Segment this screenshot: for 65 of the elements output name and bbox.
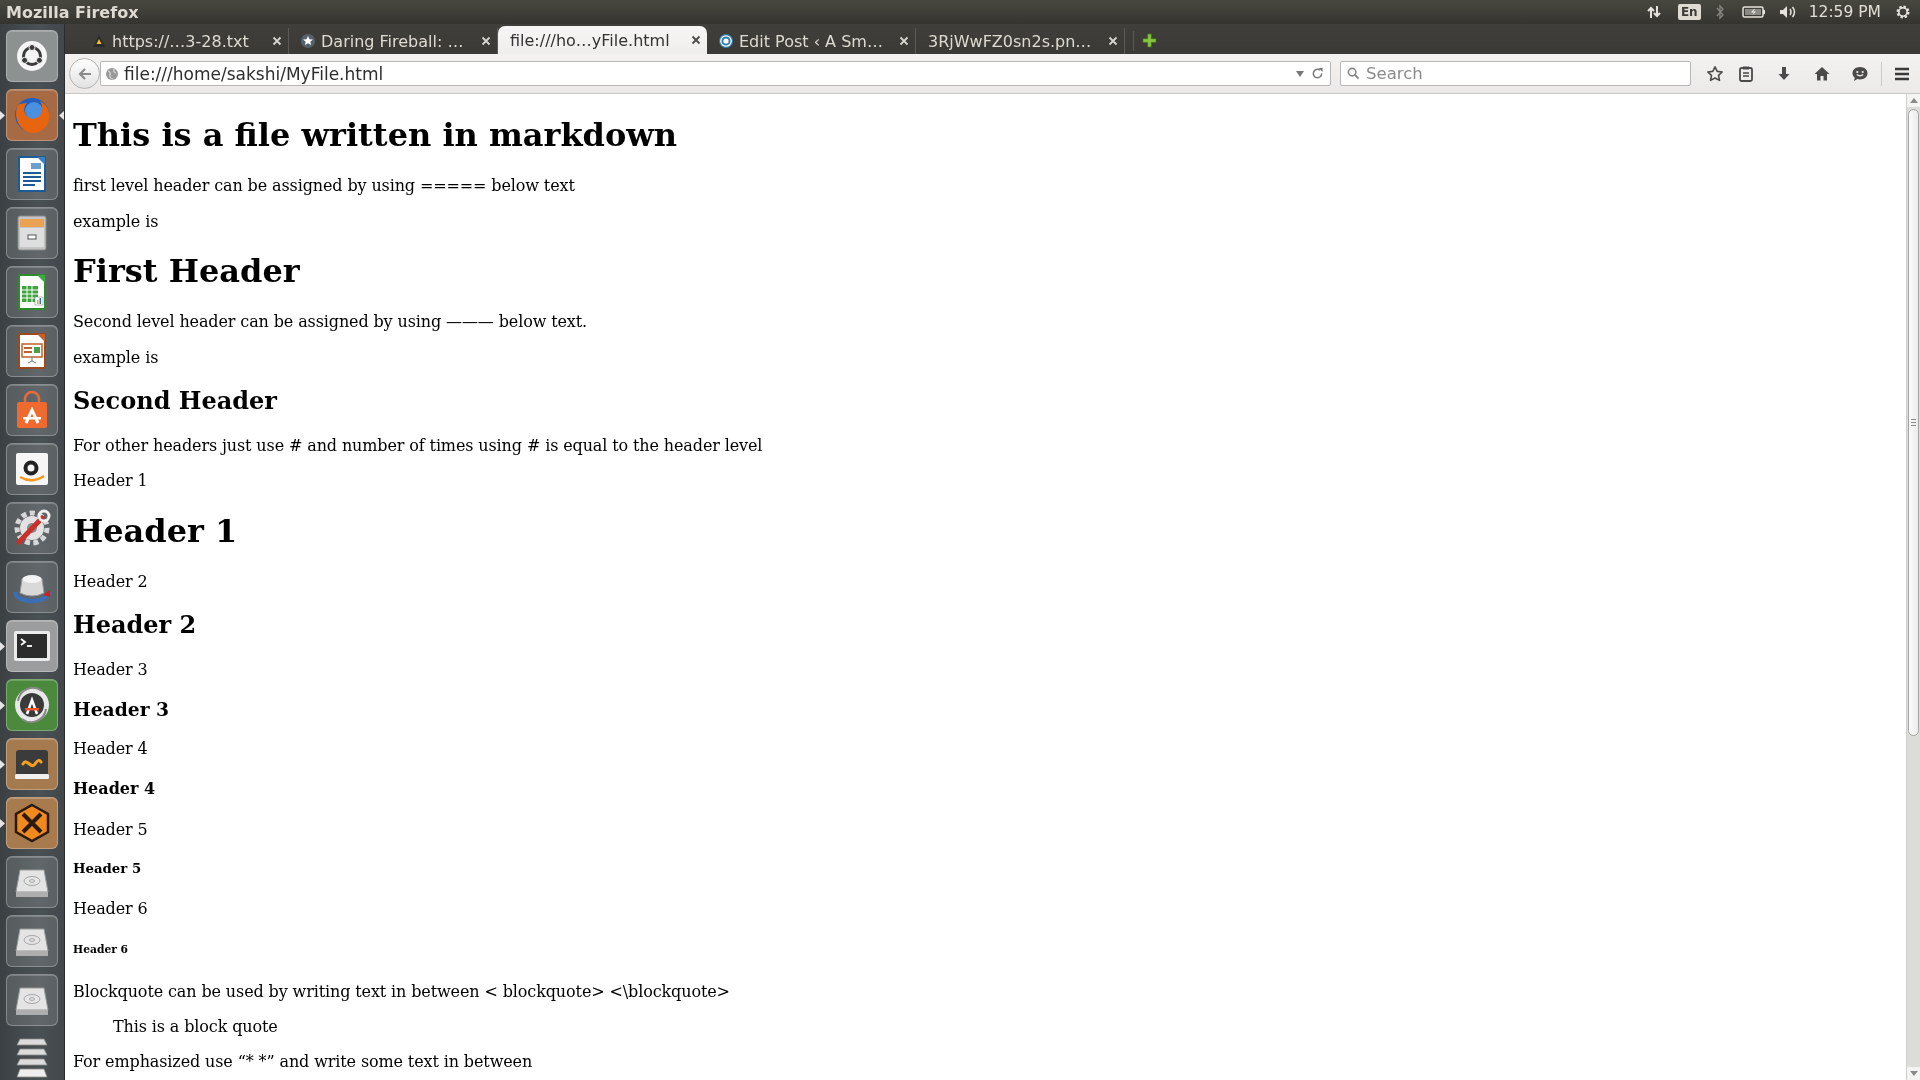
back-arrow-icon [76, 65, 93, 82]
heading: Second Header [73, 386, 278, 416]
search-icon [1347, 67, 1360, 80]
arrow-up-icon[interactable] [1909, 98, 1918, 103]
circle-logo-icon [719, 34, 733, 48]
heading: Header 2 [73, 610, 198, 640]
ring-and-smile-icon[interactable] [6, 443, 58, 495]
tab[interactable]: file:///ho…yFile.html [498, 26, 707, 54]
dial-icon[interactable] [6, 561, 58, 613]
gear-icon[interactable] [1895, 4, 1911, 20]
paragraph: example is [73, 347, 160, 367]
address-field[interactable]: file:///home/sakshi/MyFile.html [124, 63, 1296, 84]
paragraph: Header 5 [73, 819, 149, 840]
paragraph: Header 2 [73, 571, 149, 591]
paragraph: example is [73, 211, 160, 231]
bluetooth-icon[interactable] [1714, 4, 1725, 20]
terminal-icon[interactable] [6, 620, 58, 672]
wrench-gear-icon[interactable] [6, 502, 58, 554]
paragraph: For emphasized use “* *” and write some text in between [73, 1052, 534, 1072]
heading: Header 6 [73, 943, 130, 957]
reload-icon[interactable] [1311, 67, 1324, 80]
paragraph: Blockquote can be used by writing text in between < blockquote> <\blockquote> [73, 981, 731, 1001]
paragraph: For other headers just use # and number of times using # is equal to the header level [73, 435, 764, 455]
star-icon [301, 34, 315, 48]
keyboard-layout-indicator[interactable]: En [1677, 4, 1701, 20]
block-quote: This is a block quote [113, 1016, 279, 1037]
shopping-bag-icon[interactable] [6, 384, 58, 436]
arrow-down-icon[interactable] [1909, 1071, 1918, 1076]
heading: This is a file written in markdown [73, 116, 679, 155]
heading: Header 1 [73, 511, 239, 551]
presentation-icon[interactable] [6, 325, 58, 377]
caret-icon[interactable] [1296, 70, 1304, 77]
address-bar[interactable]: file:///home/sakshi/MyFile.html [100, 61, 1331, 86]
drive-icon[interactable] [6, 915, 58, 967]
window-title: Mozilla Firefox [6, 2, 139, 22]
paragraph: Header 1 [73, 470, 149, 491]
circular-arrows-icon[interactable] [6, 679, 58, 731]
drive-icon[interactable] [6, 974, 58, 1026]
globe-icon [105, 66, 119, 81]
paragraph: Header 6 [73, 899, 149, 919]
heading: Header 3 [73, 697, 171, 721]
paragraph: Header 3 [73, 659, 149, 679]
back-button[interactable] [69, 58, 100, 89]
document-icon[interactable] [6, 148, 58, 200]
clock-text[interactable]: 12:59 PM [1808, 3, 1881, 21]
paragraph: Second level header can be assigned by using ——— below text. [73, 312, 589, 332]
scrollbar[interactable] [1906, 94, 1920, 1080]
heading: Header 5 [73, 861, 143, 878]
paragraph: first level header can be assigned by using ===== below text [73, 176, 576, 196]
spreadsheet-icon[interactable] [6, 266, 58, 318]
file-cabinet-icon[interactable] [6, 207, 58, 259]
wave-screen-icon[interactable] [6, 738, 58, 790]
volume-icon[interactable] [1778, 4, 1797, 20]
plus-icon[interactable] [1142, 33, 1157, 48]
close-icon[interactable] [691, 35, 701, 45]
paragraph: Header 4 [73, 738, 149, 759]
heading: Header 4 [73, 779, 157, 799]
search-bar[interactable]: Search [1340, 61, 1691, 86]
battery-icon[interactable] [1741, 5, 1766, 19]
drive-icon[interactable] [6, 856, 58, 908]
heading: First Header [73, 252, 301, 291]
search-field[interactable]: Search [1366, 63, 1684, 84]
ring-of-dots-icon[interactable] [6, 30, 58, 82]
warning-icon [92, 34, 106, 48]
network-arrows-icon[interactable] [1645, 4, 1662, 20]
